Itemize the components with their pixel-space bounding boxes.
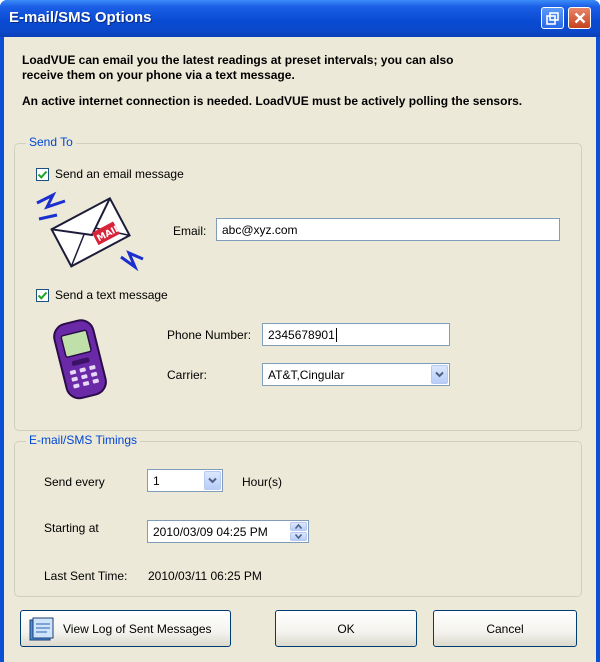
log-notepad-icon [29, 617, 54, 640]
title-bar[interactable]: E-mail/SMS Options [0, 0, 600, 37]
send-email-label: Send an email message [55, 167, 184, 181]
email-value: abc@xyz.com [222, 222, 298, 237]
starting-at-datetime-picker[interactable]: 2010/03/09 04:25 PM [147, 520, 309, 543]
close-icon [574, 12, 585, 24]
phone-number-field[interactable]: 2345678901 [262, 323, 450, 346]
cancel-button[interactable]: Cancel [433, 610, 577, 647]
chevron-down-icon [435, 371, 444, 378]
send-email-checkbox[interactable]: Send an email message [36, 167, 184, 181]
send-every-dropdown-button[interactable] [204, 471, 221, 490]
send-text-label: Send a text message [55, 288, 168, 302]
email-checkbox-box[interactable] [36, 167, 49, 181]
send-every-value: 1 [153, 473, 160, 488]
window-title: E-mail/SMS Options [9, 9, 152, 26]
checkmark-icon [37, 170, 48, 179]
email-field[interactable]: abc@xyz.com [216, 218, 560, 241]
send-to-group-label: Send To [26, 135, 76, 149]
intro-line-2: receive them on your phone via a text me… [22, 68, 295, 82]
view-log-button[interactable]: View Log of Sent Messages [20, 610, 231, 647]
dialog-body: LoadVUE can email you the latest reading… [4, 37, 596, 662]
carrier-dropdown[interactable]: AT&T,Cingular [262, 363, 450, 386]
mobile-phone-icon [53, 319, 107, 400]
intro-line-3: An active internet connection is needed.… [22, 94, 523, 108]
email-label: Email: [173, 224, 207, 238]
carrier-value: AT&T,Cingular [268, 367, 345, 382]
phone-number-value: 2345678901 [268, 327, 335, 342]
last-sent-label: Last Sent Time: [44, 569, 128, 583]
intro-line-1: LoadVUE can email you the latest reading… [22, 53, 454, 67]
carrier-label: Carrier: [167, 368, 208, 382]
chevron-up-icon [295, 524, 302, 529]
text-cursor [335, 327, 337, 342]
send-text-checkbox[interactable]: Send a text message [36, 288, 168, 302]
send-every-dropdown[interactable]: 1 [147, 469, 223, 492]
close-button[interactable] [568, 7, 591, 29]
spin-down-button[interactable] [290, 532, 307, 541]
ok-button[interactable]: OK [275, 610, 417, 647]
sms-checkbox-box[interactable] [36, 288, 49, 302]
view-log-label: View Log of Sent Messages [63, 621, 212, 636]
starting-at-label: Starting at [44, 521, 99, 535]
email-sms-options-window: E-mail/SMS Options LoadVUE can email you… [0, 0, 600, 662]
cancel-label: Cancel [486, 621, 524, 636]
restore-button[interactable] [541, 7, 564, 29]
starting-at-value: 2010/03/09 04:25 PM [153, 524, 268, 539]
timings-group-label: E-mail/SMS Timings [26, 433, 141, 447]
starting-at-spinner[interactable] [290, 522, 307, 541]
chevron-down-icon [208, 477, 217, 484]
restore-icon [546, 11, 559, 25]
chevron-down-icon [295, 534, 302, 539]
send-every-unit: Hour(s) [242, 475, 283, 489]
spin-up-button[interactable] [290, 522, 307, 531]
carrier-dropdown-button[interactable] [431, 365, 448, 384]
last-sent-value: 2010/03/11 06:25 PM [148, 569, 262, 583]
phone-number-label: Phone Number: [167, 328, 252, 342]
email-envelope-icon: MAIL [36, 191, 144, 271]
send-every-label: Send every [44, 475, 105, 489]
checkmark-icon [37, 291, 48, 300]
ok-label: OK [337, 621, 355, 636]
